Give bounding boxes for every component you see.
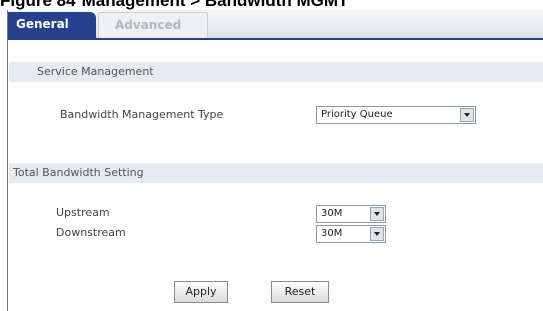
upstream-select[interactable]: 30M [316,205,386,223]
chevron-down-icon[interactable] [370,227,384,241]
reset-button[interactable]: Reset [271,281,329,303]
tab-bar: General Advanced [8,10,543,40]
downstream-value: 30M [321,228,343,239]
chevron-down-icon[interactable] [460,108,474,122]
bandwidth-panel: General Advanced Service Management Band… [7,10,543,311]
section-heading: Service Management [37,65,154,78]
downstream-label: Downstream [56,226,126,239]
bandwidth-type-label: Bandwidth Management Type [60,108,224,121]
tab-advanced[interactable]: Advanced [98,12,208,38]
downstream-select[interactable]: 30M [316,225,386,243]
section-total-bandwidth: Total Bandwidth Setting [9,163,543,183]
chevron-down-icon[interactable] [370,207,384,221]
upstream-label: Upstream [56,206,110,219]
section-service-management: Service Management [9,62,543,82]
section-heading: Total Bandwidth Setting [13,166,144,179]
bandwidth-type-value: Priority Queue [321,109,393,120]
tab-general[interactable]: General [8,12,96,38]
figure-number: Figure 84 [0,0,76,10]
apply-button[interactable]: Apply [174,281,228,303]
figure-title: Management > Bandwidth MGMT [81,0,349,10]
bandwidth-type-select[interactable]: Priority Queue [316,106,476,124]
upstream-value: 30M [321,208,343,219]
